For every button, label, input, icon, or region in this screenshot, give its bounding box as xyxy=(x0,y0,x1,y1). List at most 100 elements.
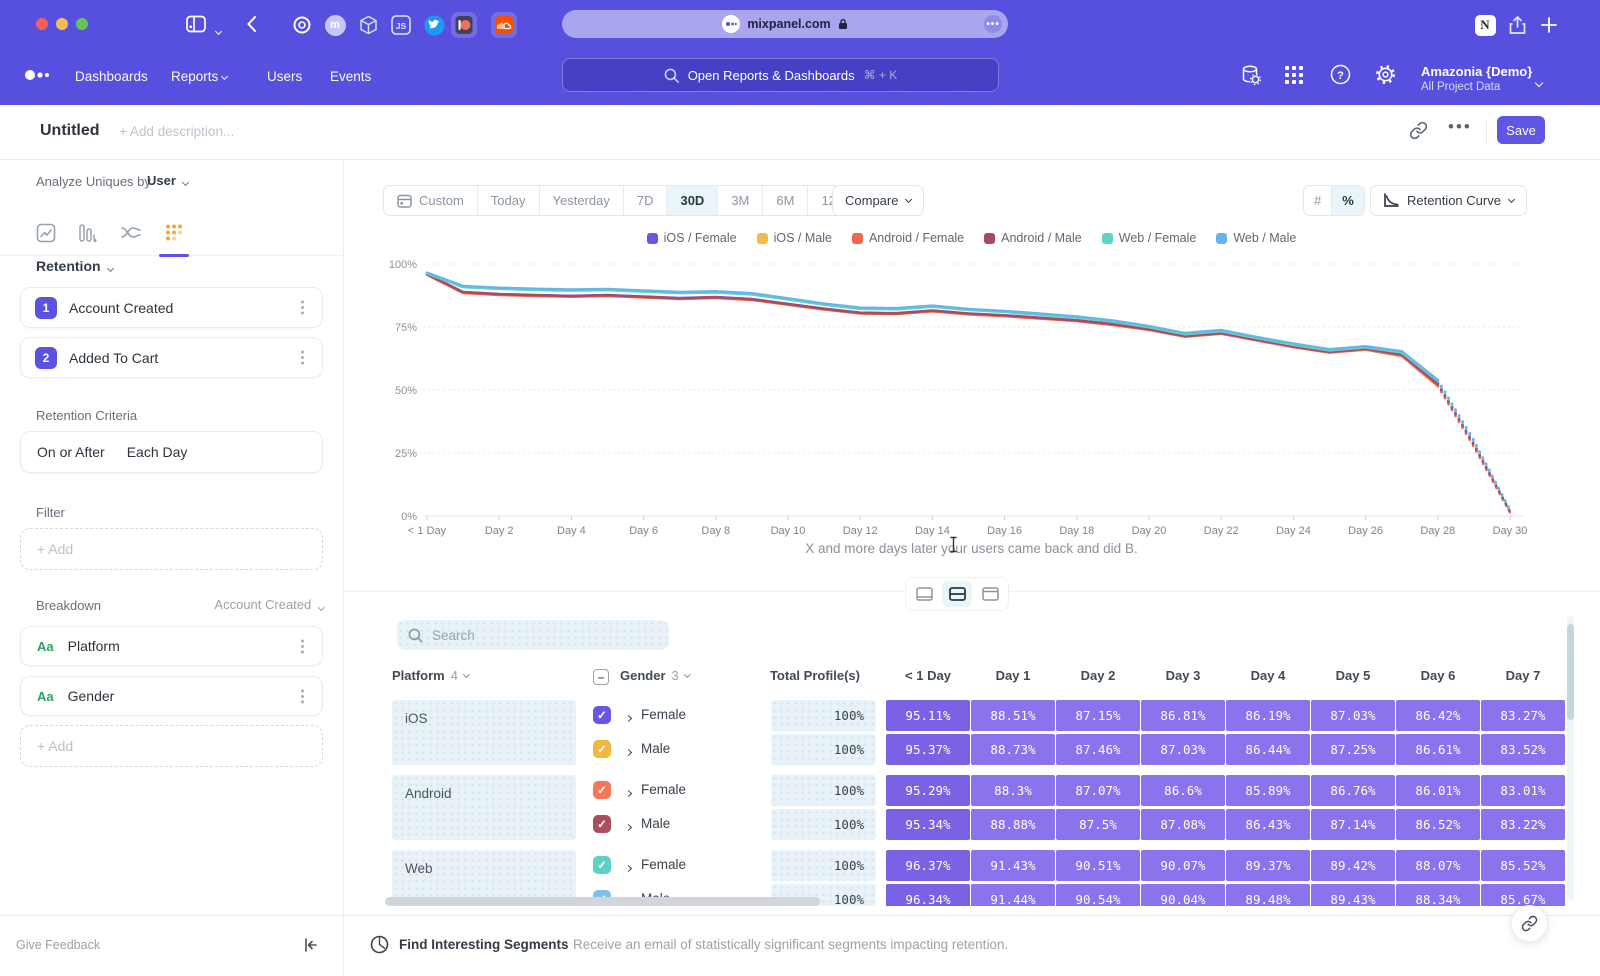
day-column-header[interactable]: Day 6 xyxy=(1396,668,1480,683)
breakdown-add-button[interactable]: + Add xyxy=(20,725,323,767)
range-7d[interactable]: 7D xyxy=(624,186,668,215)
retention-value-cell[interactable]: 87.5% xyxy=(1056,809,1140,840)
retention-value-cell[interactable]: 90.04% xyxy=(1141,884,1225,906)
retention-value-cell[interactable]: 86.61% xyxy=(1396,734,1480,765)
vertical-scrollbar[interactable] xyxy=(1567,616,1574,900)
unit-number-button[interactable]: # xyxy=(1304,186,1332,215)
day-column-header[interactable]: < 1 Day xyxy=(886,668,970,683)
retention-value-cell[interactable]: 95.37% xyxy=(886,734,970,765)
nav-events[interactable]: Events xyxy=(330,66,371,88)
expand-row-icon[interactable] xyxy=(626,817,631,835)
expand-row-icon[interactable] xyxy=(626,742,631,760)
project-selector[interactable]: Amazonia {Demo} All Project Data xyxy=(1421,64,1532,93)
tab-favicon-m[interactable]: m xyxy=(322,12,348,38)
breakdown-scope-selector[interactable]: Account Created xyxy=(0,597,323,612)
day-column-header[interactable]: Day 1 xyxy=(971,668,1055,683)
share-icon[interactable] xyxy=(1504,12,1530,38)
gender-column-header[interactable]: Gender3 xyxy=(620,668,689,683)
tab-favicon-target[interactable] xyxy=(289,12,315,38)
day-column-header[interactable]: Day 3 xyxy=(1141,668,1225,683)
tab-funnels-icon[interactable] xyxy=(75,220,101,246)
retention-value-cell[interactable]: 87.03% xyxy=(1311,700,1395,731)
back-icon[interactable] xyxy=(246,15,257,33)
legend-item[interactable]: Android / Male xyxy=(984,231,1082,245)
compare-button[interactable]: Compare xyxy=(832,185,924,216)
layout-table-only-button[interactable] xyxy=(975,581,1005,607)
horizontal-scrollbar[interactable] xyxy=(385,897,820,906)
tab-flows-icon[interactable] xyxy=(118,220,144,246)
retention-value-cell[interactable]: 87.08% xyxy=(1141,809,1225,840)
retention-criteria-card[interactable]: On or After Each Day xyxy=(20,431,323,473)
more-options-icon[interactable]: ••• xyxy=(1448,117,1472,137)
retention-value-cell[interactable]: 91.43% xyxy=(971,850,1055,881)
nav-dashboards[interactable]: Dashboards xyxy=(75,66,148,88)
segment-checkbox-web-female[interactable]: ✓ xyxy=(593,856,611,874)
mixpanel-logo[interactable] xyxy=(24,69,50,81)
layout-chart-only-button[interactable] xyxy=(909,581,939,607)
chart-type-selector[interactable]: Retention Curve xyxy=(1370,185,1527,216)
retention-value-cell[interactable]: 86.81% xyxy=(1141,700,1225,731)
step-card-return-event[interactable]: 2 Added To Cart xyxy=(20,337,323,378)
retention-value-cell[interactable]: 86.19% xyxy=(1226,700,1310,731)
project-chevron-icon[interactable] xyxy=(1536,73,1542,91)
retention-value-cell[interactable]: 85.52% xyxy=(1481,850,1565,881)
retention-value-cell[interactable]: 87.15% xyxy=(1056,700,1140,731)
range-today[interactable]: Today xyxy=(478,186,540,215)
segment-checkbox-ios-male[interactable]: ✓ xyxy=(593,740,611,758)
retention-value-cell[interactable]: 87.14% xyxy=(1311,809,1395,840)
range-yesterday[interactable]: Yesterday xyxy=(540,186,624,215)
save-button[interactable]: Save xyxy=(1497,116,1545,144)
gender-select-all-checkbox[interactable]: – xyxy=(593,669,609,685)
tab-retention-icon-active[interactable] xyxy=(161,220,187,246)
retention-value-cell[interactable]: 88.34% xyxy=(1396,884,1480,906)
breakdown-card-gender[interactable]: Aa Gender xyxy=(20,676,323,716)
extensions-icon[interactable]: ••• xyxy=(984,15,1002,33)
breakdown-card-platform[interactable]: Aa Platform xyxy=(20,626,323,666)
range-custom[interactable]: Custom xyxy=(384,186,478,215)
tab-favicon-reader-active[interactable] xyxy=(451,12,477,38)
expand-row-icon[interactable] xyxy=(626,858,631,876)
window-minimize-button[interactable] xyxy=(56,18,68,30)
retention-value-cell[interactable]: 87.46% xyxy=(1056,734,1140,765)
retention-value-cell[interactable]: 87.03% xyxy=(1141,734,1225,765)
window-close-button[interactable] xyxy=(36,18,48,30)
retention-value-cell[interactable]: 86.6% xyxy=(1141,775,1225,806)
settings-gear-icon[interactable] xyxy=(1375,64,1396,85)
day-column-header[interactable]: Day 7 xyxy=(1481,668,1565,683)
retention-value-cell[interactable]: 90.51% xyxy=(1056,850,1140,881)
retention-value-cell[interactable]: 96.34% xyxy=(886,884,970,906)
retention-value-cell[interactable]: 89.48% xyxy=(1226,884,1310,906)
copy-link-icon[interactable] xyxy=(1409,121,1428,140)
criteria-condition[interactable]: On or After xyxy=(37,444,105,460)
retention-value-cell[interactable]: 90.54% xyxy=(1056,884,1140,906)
retention-value-cell[interactable]: 95.11% xyxy=(886,700,970,731)
platform-column-header[interactable]: Platform4 xyxy=(392,668,468,683)
retention-value-cell[interactable]: 95.34% xyxy=(886,809,970,840)
legend-item[interactable]: iOS / Female xyxy=(647,231,737,245)
nav-reports[interactable]: Reports xyxy=(171,66,227,88)
retention-value-cell[interactable]: 88.73% xyxy=(971,734,1055,765)
new-tab-icon[interactable] xyxy=(1536,12,1562,38)
tab-insights-icon[interactable] xyxy=(33,220,59,246)
analyze-by-value[interactable]: User xyxy=(147,173,188,188)
share-link-fab[interactable] xyxy=(1511,905,1548,942)
retention-value-cell[interactable]: 91.44% xyxy=(971,884,1055,906)
find-segments-title[interactable]: Find Interesting Segments xyxy=(399,937,569,952)
retention-value-cell[interactable]: 95.29% xyxy=(886,775,970,806)
range-6m[interactable]: 6M xyxy=(763,186,808,215)
retention-value-cell[interactable]: 86.52% xyxy=(1396,809,1480,840)
retention-value-cell[interactable]: 86.44% xyxy=(1226,734,1310,765)
tab-favicon-cube[interactable] xyxy=(355,12,381,38)
retention-value-cell[interactable]: 88.88% xyxy=(971,809,1055,840)
retention-line-chart[interactable]: 0%25%50%75%100%< 1 DayDay 2Day 4Day 6Day… xyxy=(383,250,1560,542)
retention-value-cell[interactable]: 83.52% xyxy=(1481,734,1565,765)
day-column-header[interactable]: Day 4 xyxy=(1226,668,1310,683)
retention-value-cell[interactable]: 89.43% xyxy=(1311,884,1395,906)
tab-favicon-soundcloud-active[interactable] xyxy=(491,12,517,38)
help-icon[interactable]: ? xyxy=(1330,64,1351,85)
nav-users[interactable]: Users xyxy=(267,66,302,88)
retention-value-cell[interactable]: 90.07% xyxy=(1141,850,1225,881)
retention-value-cell[interactable]: 85.89% xyxy=(1226,775,1310,806)
add-description[interactable]: + Add description... xyxy=(119,124,234,139)
retention-value-cell[interactable]: 85.67% xyxy=(1481,884,1565,906)
